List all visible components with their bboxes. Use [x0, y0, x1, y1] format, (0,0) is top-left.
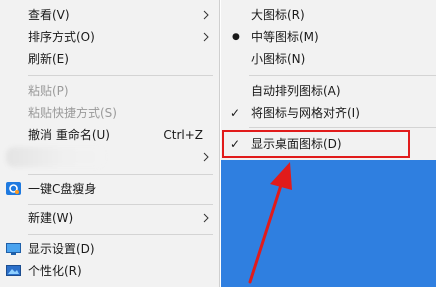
menu-separator	[28, 234, 213, 235]
menu-item-c-drive-cleanup[interactable]: 一键C盘瘦身	[0, 178, 219, 200]
submenu-item-align-to-grid[interactable]: ✓ 将图标与网格对齐(I)	[221, 102, 436, 124]
menu-item-label: 排序方式(O)	[28, 30, 95, 44]
blurred-menu-item[interactable]	[6, 147, 104, 167]
menu-item-label: 查看(V)	[28, 8, 70, 22]
menu-item-label: 刷新(E)	[28, 52, 69, 66]
personalize-icon	[6, 265, 21, 276]
menu-item-label: 小图标(N)	[251, 52, 306, 66]
cleanup-app-icon	[6, 182, 21, 195]
menu-item-label: 显示设置(D)	[28, 242, 95, 256]
menu-item-label: 个性化(R)	[28, 264, 82, 278]
submenu-item-auto-arrange[interactable]: 自动排列图标(A)	[221, 80, 436, 102]
monitor-icon	[6, 243, 21, 255]
menu-item-display-settings[interactable]: 显示设置(D)	[0, 238, 219, 260]
submenu-item-small-icons[interactable]: 小图标(N)	[221, 48, 436, 70]
menu-separator	[28, 174, 213, 175]
menu-item-new[interactable]: 新建(W)	[0, 207, 219, 229]
menu-item-paste-shortcut[interactable]: 粘贴快捷方式(S)	[0, 102, 219, 124]
radio-dot-icon: ●	[232, 32, 240, 42]
menu-item-view[interactable]: 查看(V)	[0, 4, 219, 26]
menu-item-label: 大图标(R)	[251, 8, 305, 22]
desktop-context-menu: 查看(V) 排序方式(O) 刷新(E) 粘贴(P) 粘贴快捷方式(S) 撤消 重…	[0, 0, 220, 287]
menu-item-label: 撤消 重命名(U)	[28, 128, 110, 142]
annotation-arrow-icon	[248, 162, 292, 284]
menu-item-label: 将图标与网格对齐(I)	[251, 106, 360, 120]
chevron-right-icon	[203, 10, 209, 20]
menu-separator	[28, 75, 213, 76]
menu-item-label: 中等图标(M)	[251, 30, 319, 44]
checkmark-icon: ✓	[230, 106, 241, 120]
menu-item-label: 自动排列图标(A)	[251, 84, 341, 98]
menu-item-label: 新建(W)	[28, 211, 74, 225]
chevron-right-icon	[203, 213, 209, 223]
menu-separator	[249, 127, 436, 128]
menu-separator	[249, 75, 436, 76]
menu-item-label: 粘贴快捷方式(S)	[28, 106, 117, 120]
menu-item-personalize[interactable]: 个性化(R)	[0, 260, 219, 282]
annotation-highlight-box	[222, 130, 410, 158]
chevron-right-icon	[203, 32, 209, 42]
shortcut-label: Ctrl+Z	[163, 128, 203, 142]
menu-item-label: 粘贴(P)	[28, 84, 69, 98]
menu-item-undo-rename[interactable]: 撤消 重命名(U) Ctrl+Z	[0, 124, 219, 146]
chevron-right-icon	[203, 152, 209, 162]
menu-item-refresh[interactable]: 刷新(E)	[0, 48, 219, 70]
submenu-item-medium-icons[interactable]: ● 中等图标(M)	[221, 26, 436, 48]
menu-item-sort-by[interactable]: 排序方式(O)	[0, 26, 219, 48]
submenu-item-large-icons[interactable]: 大图标(R)	[221, 4, 436, 26]
menu-item-label: 一键C盘瘦身	[28, 182, 97, 196]
menu-separator	[28, 204, 213, 205]
menu-item-paste[interactable]: 粘贴(P)	[0, 80, 219, 102]
